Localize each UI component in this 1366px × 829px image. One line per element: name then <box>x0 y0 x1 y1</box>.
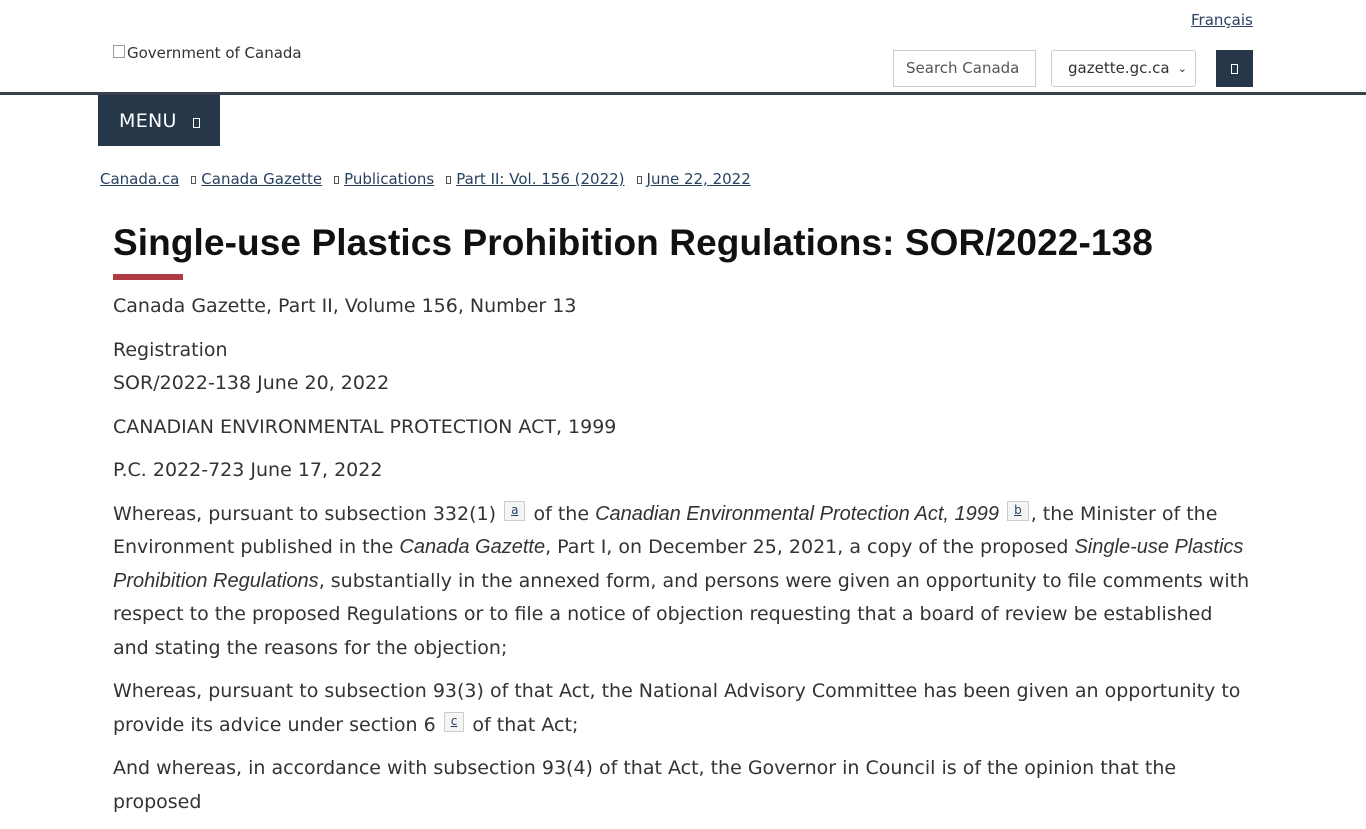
chevron-right-icon <box>446 176 452 184</box>
search-button[interactable] <box>1216 50 1253 87</box>
registration-number: SOR/2022-138 June 20, 2022 <box>113 372 390 394</box>
act-title-italic: Canadian Environmental Protection Act, 1… <box>595 502 1000 525</box>
chevron-right-icon <box>334 176 340 184</box>
chevron-down-icon: ⌄ <box>1177 62 1187 75</box>
para1-text-4: , Part I, on December 25, 2021, a copy o… <box>545 536 1069 558</box>
footnote-link-b[interactable]: b <box>1007 500 1029 521</box>
search-scope-select[interactable]: gazette.gc.ca ⌄ <box>1051 50 1196 87</box>
footnote-link-a[interactable]: a <box>504 500 526 521</box>
chevron-right-icon <box>636 176 642 184</box>
registration-label: Registration <box>113 338 228 361</box>
paragraph-whereas-1: Whereas, pursuant to subsection 332(1) a… <box>113 498 1253 666</box>
chevron-right-icon <box>191 176 197 184</box>
breadcrumb-link-canada-gazette[interactable]: Canada Gazette <box>201 170 322 188</box>
breadcrumb-link-canada-ca[interactable]: Canada.ca <box>100 170 179 188</box>
search-icon <box>1231 63 1238 74</box>
breadcrumb-link-part-ii-vol-156[interactable]: Part II: Vol. 156 (2022) <box>456 170 624 188</box>
title-accent-bar <box>113 274 183 280</box>
broken-image-icon <box>113 44 125 58</box>
publication-line: Canada Gazette, Part II, Volume 156, Num… <box>113 295 577 317</box>
para2-text-1: Whereas, pursuant to subsection 93(3) of… <box>113 680 1241 736</box>
main-content: Canada Gazette, Part II, Volume 156, Num… <box>113 290 1253 829</box>
chevron-down-icon <box>192 117 200 128</box>
breadcrumb-link-publications[interactable]: Publications <box>344 170 434 188</box>
para2-text-2: of that Act; <box>472 713 579 736</box>
paragraph-whereas-2: Whereas, pursuant to subsection 93(3) of… <box>113 675 1253 742</box>
language-toggle-link[interactable]: Français <box>1191 11 1253 29</box>
logo-alt-text: Government of Canada <box>127 44 302 62</box>
search-scope-selected: gazette.gc.ca <box>1068 59 1170 77</box>
act-name: CANADIAN ENVIRONMENTAL PROTECTION ACT, 1… <box>113 415 617 438</box>
breadcrumb-link-june-22-2022[interactable]: June 22, 2022 <box>647 170 751 188</box>
footnote-link-c[interactable]: c <box>443 711 465 732</box>
menu-label: MENU <box>119 109 177 132</box>
page-title: Single-use Plastics Prohibition Regulati… <box>113 222 1153 263</box>
order-in-council: P.C. 2022-723 June 17, 2022 <box>113 459 383 481</box>
government-of-canada-logo[interactable]: Government of Canada <box>113 44 302 62</box>
para1-text-2: of the <box>533 502 590 525</box>
menu-button[interactable]: MENU <box>98 95 220 146</box>
paragraph-whereas-3: And whereas, in accordance with subsecti… <box>113 757 1177 813</box>
breadcrumb: Canada.ca Canada Gazette Publications Pa… <box>100 170 751 188</box>
search-input[interactable]: Search Canada <box>893 50 1036 87</box>
gazette-italic: Canada Gazette <box>399 536 546 558</box>
para1-text-1: Whereas, pursuant to subsection 332(1) <box>113 502 497 525</box>
